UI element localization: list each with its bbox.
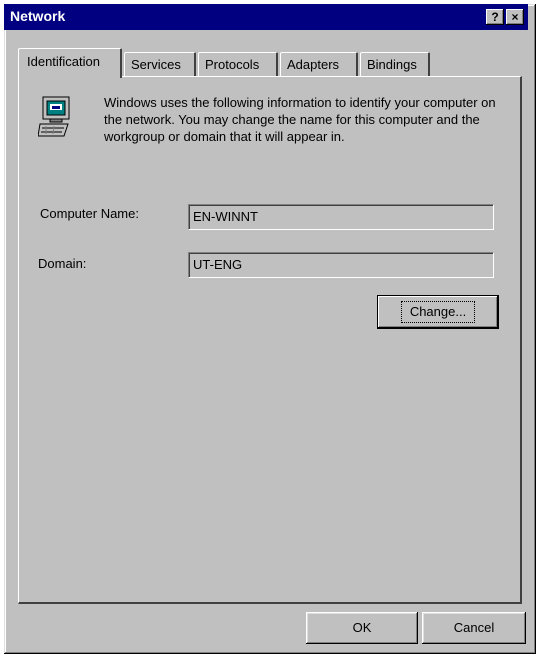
cancel-button[interactable]: Cancel xyxy=(422,612,526,644)
title-bar[interactable]: Network ? × xyxy=(4,4,528,30)
help-button[interactable]: ? xyxy=(486,9,504,25)
identification-panel xyxy=(18,76,522,604)
tab-protocols[interactable]: Protocols xyxy=(198,52,278,76)
tab-identification[interactable]: Identification xyxy=(18,48,122,78)
computer-network-icon xyxy=(38,96,70,137)
identification-description: Windows uses the following information t… xyxy=(104,95,496,144)
change-button-label: Change... xyxy=(400,301,476,323)
computer-name-field: EN-WINNT xyxy=(188,204,494,230)
domain-label: Domain: xyxy=(38,256,87,271)
change-button[interactable]: Change... xyxy=(378,296,498,328)
close-button[interactable]: × xyxy=(506,9,524,25)
tab-bindings[interactable]: Bindings xyxy=(360,52,430,76)
tab-adapters[interactable]: Adapters xyxy=(280,52,358,76)
computer-name-label: Computer Name: xyxy=(40,206,139,221)
domain-field: UT-ENG xyxy=(188,252,494,278)
tab-services[interactable]: Services xyxy=(124,52,196,76)
window-title: Network xyxy=(10,8,66,24)
ok-button[interactable]: OK xyxy=(306,612,418,644)
